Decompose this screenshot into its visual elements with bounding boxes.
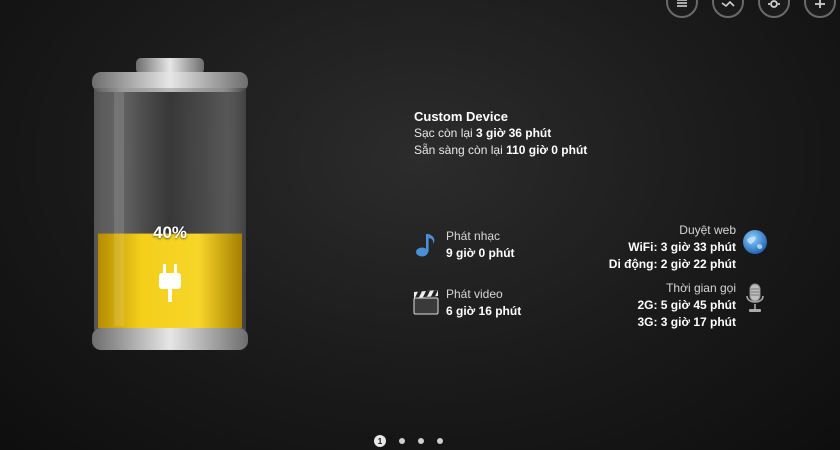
page-dot[interactable]	[437, 438, 443, 444]
web-wifi-value: WiFi: 3 giờ 33 phút	[628, 240, 736, 254]
settings-button[interactable]	[758, 0, 790, 18]
standby-remaining-value: 110 giờ 0 phút	[506, 143, 588, 157]
plus-icon	[815, 0, 825, 8]
page-dot[interactable]	[399, 438, 405, 444]
music-value: 9 giờ 0 phút	[446, 246, 515, 260]
web-icon-box	[741, 228, 769, 261]
page-dot-active[interactable]: 1	[374, 435, 386, 447]
list-button[interactable]	[666, 0, 698, 18]
video-value: 6 giờ 16 phút	[446, 304, 522, 318]
charge-remaining-label: Sạc còn lại	[414, 126, 477, 140]
music-note-icon	[416, 234, 435, 257]
video-stat: Phát video 6 giờ 16 phút	[412, 286, 521, 320]
video-label: Phát video	[446, 287, 503, 301]
device-name: Custom Device	[414, 109, 508, 124]
call-stat: Thời gian gọi 2G: 5 giờ 45 phút 3G: 3 gi…	[637, 280, 736, 331]
call-icon-box	[743, 282, 767, 319]
standby-remaining: Sẵn sàng còn lại 110 giờ 0 phút	[414, 142, 587, 159]
standby-remaining-label: Sẵn sàng còn lại	[414, 143, 507, 157]
battery-indicator: 40%	[88, 56, 252, 354]
music-stat: Phát nhạc 9 giờ 0 phút	[412, 228, 515, 262]
gear-icon	[768, 0, 780, 8]
web-stat: Duyệt web WiFi: 3 giờ 33 phút Di động: 2…	[609, 222, 736, 273]
call-3g-value: 3G: 3 giờ 17 phút	[637, 315, 736, 329]
music-label: Phát nhạc	[446, 229, 501, 243]
graph-button[interactable]	[712, 0, 744, 18]
top-toolbar	[666, 0, 836, 18]
add-button[interactable]	[804, 0, 836, 18]
list-icon	[677, 0, 687, 7]
call-label: Thời gian gọi	[666, 281, 736, 295]
globe-icon	[743, 230, 767, 254]
page-indicator: 1	[374, 435, 443, 447]
graph-icon	[721, 0, 735, 8]
page-dot[interactable]	[418, 438, 424, 444]
web-mobile-value: Di động: 2 giờ 22 phút	[608, 257, 736, 271]
web-label: Duyệt web	[679, 223, 736, 237]
battery-graphic	[92, 58, 248, 350]
device-info: Custom Device Sạc còn lại 3 giờ 36 phút …	[414, 108, 587, 159]
battery-percent: 40%	[152, 223, 188, 242]
microphone-icon	[746, 283, 764, 312]
clapperboard-icon	[413, 290, 439, 315]
call-2g-value: 2G: 5 giờ 45 phút	[637, 298, 736, 312]
charge-remaining-value: 3 giờ 36 phút	[476, 126, 552, 140]
charge-remaining: Sạc còn lại 3 giờ 36 phút	[414, 125, 587, 142]
